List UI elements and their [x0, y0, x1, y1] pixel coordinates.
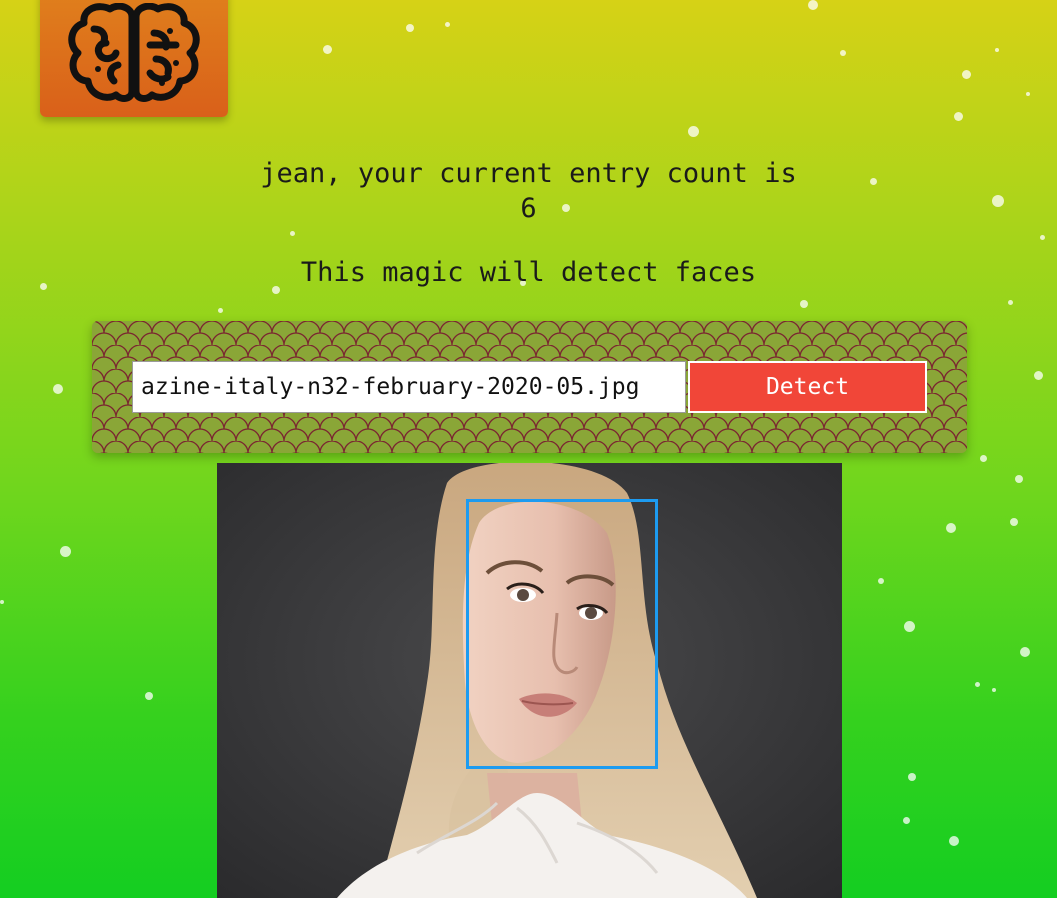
page-subtitle: This magic will detect faces [300, 257, 757, 288]
greeting-text: jean, your current entry count is [260, 158, 797, 189]
image-link-form: Detect [92, 321, 967, 453]
face-bounding-box [466, 499, 658, 769]
entry-count-heading: jean, your current entry count is 6 [0, 156, 1057, 226]
brain-icon [68, 3, 200, 102]
face-detection-result [217, 463, 842, 898]
detect-button[interactable]: Detect [688, 361, 927, 413]
app-logo[interactable] [40, 0, 228, 117]
entry-count-value: 6 [520, 193, 537, 224]
image-url-input[interactable] [132, 361, 686, 413]
